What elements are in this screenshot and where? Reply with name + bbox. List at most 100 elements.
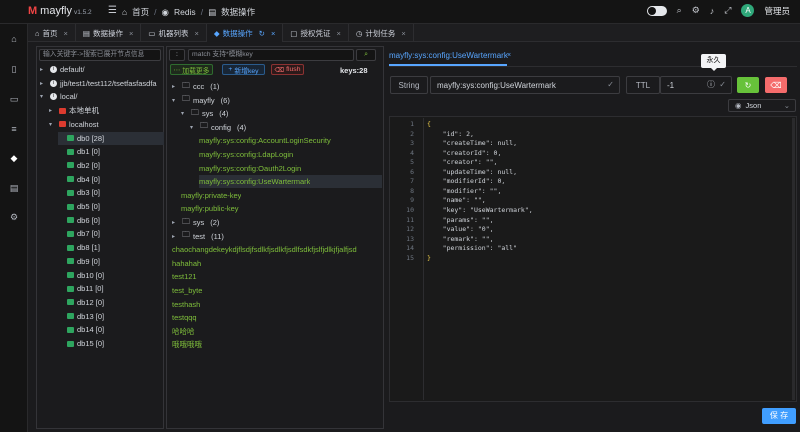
info-icon[interactable]: ⓘ <box>707 79 715 90</box>
tree-node[interactable]: ▾ i local/ <box>40 90 164 103</box>
bell-icon[interactable]: ♪ <box>710 6 715 16</box>
db-node[interactable]: db14 [0] <box>58 323 164 336</box>
tab-machine-list[interactable]: ▭ 机器列表 × <box>141 24 207 42</box>
caret-icon[interactable]: ▸ <box>40 80 47 87</box>
caret-icon[interactable]: ▸ <box>40 66 47 73</box>
key-item[interactable]: test_byte <box>172 284 382 297</box>
gear-icon[interactable]: ⚙ <box>8 212 20 224</box>
format-select[interactable]: ◉ Json ⌄ <box>728 99 796 112</box>
tab-auth-credentials[interactable]: ▢ 授权凭证 × <box>283 24 349 42</box>
key-item[interactable]: testhash <box>172 298 382 311</box>
close-icon[interactable]: × <box>507 52 511 59</box>
refresh-icon[interactable]: ↻ <box>259 29 265 38</box>
key-item[interactable]: testqqq <box>172 311 382 324</box>
caret-icon[interactable]: ▾ <box>181 110 188 117</box>
tree-node[interactable]: ▸ 本地单机 <box>49 104 164 117</box>
tree-node[interactable]: ▾ localhost <box>49 118 164 131</box>
key-item[interactable]: mayfly:sys:config:UseWartermark <box>199 175 382 189</box>
key-item[interactable]: chaochangdekeykdjflsdjfsdlkfjsdlkfjsdlfs… <box>172 243 382 256</box>
monitor-icon[interactable]: ▭ <box>8 94 20 106</box>
key-item[interactable]: 哈哈哈 <box>172 325 382 338</box>
refresh-button[interactable]: ↻ <box>737 77 759 93</box>
avatar[interactable]: A <box>741 4 755 17</box>
save-button[interactable]: 保 存 <box>762 408 796 424</box>
key-item[interactable]: mayfly:private-key <box>181 189 382 202</box>
bookmark-icon[interactable]: ▯ <box>8 64 20 76</box>
caret-icon[interactable]: ▸ <box>172 219 179 226</box>
caret-icon[interactable]: ▸ <box>172 83 179 90</box>
app-logo[interactable]: Mmayfly v1.5.2 <box>28 5 92 17</box>
db-node[interactable]: db11 [0] <box>58 282 164 295</box>
ttl-input[interactable]: -1 ⓘ ✓ <box>660 76 732 94</box>
db-node[interactable]: db1 [0] <box>58 145 164 158</box>
key-tab[interactable]: mayfly:sys:config:UseWartermark <box>389 51 508 60</box>
key-folder[interactable]: ▾ 🗀 sys (4) <box>181 107 382 120</box>
db-node[interactable]: db9 [0] <box>58 255 164 268</box>
key-folder[interactable]: ▸ 🗀 sys (2) <box>172 216 382 229</box>
caret-icon[interactable]: ▾ <box>190 124 197 131</box>
search-button[interactable]: ⌕ <box>356 49 376 61</box>
db-node[interactable]: db3 [0] <box>58 186 164 199</box>
key-name-input[interactable]: mayfly:sys:config:UseWartermark ✓ <box>430 76 620 94</box>
db-node[interactable]: db10 [0] <box>58 269 164 282</box>
key-folder[interactable]: ▾ 🗀 mayfly (6) <box>172 94 382 107</box>
home-icon[interactable]: ⌂ <box>8 34 20 46</box>
document-icon[interactable]: ▤ <box>8 183 20 195</box>
close-icon[interactable]: × <box>129 29 133 38</box>
key-item[interactable]: mayfly:sys:config:Oauth2Login <box>199 162 382 175</box>
fullscreen-icon[interactable]: ⤢ <box>724 5 731 16</box>
db-node[interactable]: db12 [0] <box>58 296 164 309</box>
flush-button[interactable]: ⌫ flush <box>271 64 304 75</box>
key-folder[interactable]: ▾ 🗀 config (4) <box>190 121 382 134</box>
tree-node[interactable]: ▸ i default/ <box>40 63 164 76</box>
close-icon[interactable]: × <box>195 29 199 38</box>
new-key-button[interactable]: + 新增key <box>222 64 265 75</box>
db-node[interactable]: db6 [0] <box>58 214 164 227</box>
tab-scheduled-tasks[interactable]: ◷ 计划任务 × <box>349 24 414 42</box>
caret-icon[interactable]: ▾ <box>40 93 47 100</box>
key-item[interactable]: mayfly:sys:config:AccountLoginSecurity <box>199 134 382 147</box>
tree-node[interactable]: ▸ i jjb/test1/test112/tsetfasfasdfa <box>40 77 164 90</box>
key-folder[interactable]: ▸ 🗀 test (11) <box>172 230 382 243</box>
db-node[interactable]: db0 [28] <box>58 131 164 145</box>
key-item[interactable]: mayfly:sys:config:LdapLogin <box>199 148 382 161</box>
tab-home[interactable]: ⌂ 首页 × <box>28 24 76 42</box>
close-icon[interactable]: × <box>271 29 275 38</box>
key-folder[interactable]: ▸ 🗀 ccc (1) <box>172 80 382 93</box>
key-item[interactable]: mayfly:public-key <box>181 202 382 215</box>
close-icon[interactable]: × <box>336 29 340 38</box>
close-icon[interactable]: × <box>401 29 405 38</box>
db-node[interactable]: db5 [0] <box>58 200 164 213</box>
close-icon[interactable]: × <box>64 29 68 38</box>
caret-icon[interactable]: ▾ <box>49 121 56 128</box>
tree-search-input[interactable]: 输入关键字->搜索已展开节点信息 <box>39 49 161 61</box>
menu-icon[interactable]: ☰ <box>108 5 117 16</box>
database-icon[interactable]: ≡ <box>8 124 20 136</box>
db-node[interactable]: db7 [0] <box>58 227 164 240</box>
tab-data-operation[interactable]: ▤ 数据操作 × <box>76 24 142 42</box>
caret-icon[interactable]: ▸ <box>49 107 56 114</box>
match-input[interactable]: match 支持*模糊key <box>188 49 354 61</box>
caret-icon[interactable]: ▸ <box>172 233 179 240</box>
delete-button[interactable]: ⌫ <box>765 77 787 93</box>
key-item[interactable]: 哦哦哦哦 <box>172 338 382 351</box>
search-icon[interactable]: ⌕ <box>677 5 682 16</box>
key-item[interactable]: test121 <box>172 270 382 283</box>
editor-scrollbar[interactable] <box>792 118 795 400</box>
db-node[interactable]: db15 [0] <box>58 337 164 350</box>
db-node[interactable]: db2 [0] <box>58 159 164 172</box>
breadcrumb-home[interactable]: 首页 <box>132 6 149 18</box>
load-more-button[interactable]: ⋯ 加载更多 <box>170 64 213 75</box>
breadcrumb-redis[interactable]: Redis <box>174 7 196 17</box>
theme-toggle[interactable] <box>646 5 667 16</box>
settings-icon[interactable]: ⚙ <box>692 5 700 16</box>
db-node[interactable]: db8 [1] <box>58 241 164 254</box>
redis-icon[interactable]: ◆ <box>8 153 20 165</box>
tab-redis-data-operation[interactable]: ◆ 数据操作 ↻ × <box>206 24 284 42</box>
user-name[interactable]: 管理员 <box>764 5 790 17</box>
db-node[interactable]: db4 [0] <box>58 173 164 186</box>
separator-input[interactable]: : <box>169 49 185 61</box>
caret-icon[interactable]: ▾ <box>172 97 179 104</box>
db-node[interactable]: db13 [0] <box>58 310 164 323</box>
key-item[interactable]: hahahah <box>172 257 382 270</box>
